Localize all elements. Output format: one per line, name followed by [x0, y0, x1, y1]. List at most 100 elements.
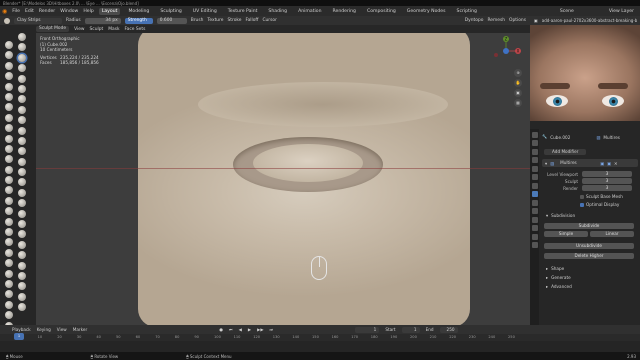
sculpt-brush-tool-icon[interactable] [5, 196, 13, 205]
delete-higher-button[interactable]: Delete Higher [544, 253, 634, 259]
properties-tab-icon[interactable] [531, 216, 538, 223]
properties-tab-icon[interactable] [531, 225, 538, 231]
strength-field[interactable]: 0.600 [156, 17, 187, 24]
sculpt-brush-tool-icon[interactable] [5, 248, 13, 257]
unsubdivide-button[interactable]: Unsubdivide [544, 243, 634, 249]
menu-face-sets[interactable]: Face Sets [125, 27, 146, 32]
menu-falloff[interactable]: Falloff [245, 18, 258, 23]
start-frame-field[interactable]: 1 [401, 326, 420, 333]
menu-file[interactable]: File [12, 9, 20, 14]
workspace-tab-texture-paint[interactable]: Texture Paint [225, 8, 261, 15]
sculpt-brush-tool-icon[interactable] [5, 228, 13, 237]
sculpt-brush-tool-icon[interactable] [5, 72, 13, 81]
properties-tab-icon[interactable] [531, 148, 538, 155]
sculpt-brush-tool-icon[interactable] [18, 126, 26, 135]
sculpt-brush-tool-icon[interactable] [18, 43, 26, 52]
optimal-display-row[interactable]: Optimal Display [580, 202, 619, 207]
workspace-tab-scripting[interactable]: Scripting [454, 8, 480, 15]
menu-help[interactable]: Help [83, 9, 93, 14]
workspace-tab-rendering[interactable]: Rendering [330, 8, 359, 15]
view-layer-selector[interactable]: View Layer [609, 9, 634, 14]
sculpt-brush-tool-icon[interactable] [5, 165, 13, 174]
jump-start-icon[interactable]: ⏮ [229, 327, 233, 332]
sculpt-brush-tool-icon[interactable] [18, 33, 26, 41]
sculpt-brush-tool-icon[interactable] [5, 82, 13, 91]
simple-button[interactable]: Simple [544, 231, 588, 237]
current-frame-field[interactable]: 1 [355, 326, 380, 333]
menu-cursor[interactable]: Cursor [262, 18, 276, 23]
menu-playback[interactable]: Playback [12, 327, 31, 332]
sculpt-brush-tool-icon[interactable] [18, 292, 26, 301]
sculpt-brush-tool-icon[interactable] [18, 199, 26, 208]
sculpt-brush-tool-icon[interactable] [18, 53, 26, 62]
optimal-display-checkbox[interactable] [580, 202, 584, 207]
sculpt-base-mesh-checkbox[interactable] [580, 194, 584, 199]
menu-edit[interactable]: Edit [25, 9, 34, 14]
chevron-right-icon[interactable]: ▸ [546, 275, 548, 280]
jump-end-icon[interactable]: ⏭ [270, 327, 274, 332]
object-name[interactable]: Cube.002 [550, 135, 570, 140]
menu-sculpt[interactable]: Sculpt [90, 27, 104, 32]
sculpt-brush-tool-icon[interactable] [5, 176, 13, 185]
properties-tab-icon[interactable] [531, 165, 538, 172]
workspace-tab-compositing[interactable]: Compositing [364, 8, 399, 15]
sculpt-brush-tool-icon[interactable] [5, 279, 13, 288]
properties-tab-icon[interactable] [531, 199, 538, 206]
sculpt-brush-tool-icon[interactable] [5, 124, 13, 133]
frame-ruler[interactable]: 0102030405060708090100110120130140150160… [0, 334, 640, 341]
sculpt-brush-tool-icon[interactable] [5, 238, 13, 247]
sculpt-brush-tool-icon[interactable] [18, 105, 26, 114]
sculpt-base-mesh-row[interactable]: Sculpt Base Mesh [580, 194, 623, 199]
linear-button[interactable]: Linear [590, 231, 634, 237]
sculpt-brush-tool-icon[interactable] [5, 155, 13, 164]
sculpt-brush-tool-icon[interactable] [5, 113, 13, 122]
gizmo-y-axis[interactable] [503, 48, 509, 54]
advanced-section-header[interactable]: ▸ Advanced [546, 284, 572, 289]
menu-options[interactable]: Options [509, 18, 526, 23]
chevron-right-icon[interactable]: ▸ [546, 284, 548, 289]
sculpt-brush-tool-icon[interactable] [5, 290, 13, 299]
sculpt-brush-tool-icon[interactable] [18, 188, 26, 197]
sculpt-brush-tool-icon[interactable] [18, 64, 26, 73]
brush-preview-icon[interactable] [4, 17, 10, 24]
properties-tab-icon[interactable] [531, 182, 538, 189]
render-level-field[interactable]: 3 [582, 185, 632, 191]
sculpt-brush-tool-icon[interactable] [18, 95, 26, 104]
reference-image-name[interactable]: add-aaron-paul-2702x3600-abstract-breaki… [542, 18, 637, 23]
close-icon[interactable]: ✕ [614, 161, 618, 166]
menu-timeline-view[interactable]: View [57, 327, 67, 332]
modifier-panel-header[interactable]: ▾ ▨ Multires ▣ ▣ ✕ [542, 159, 638, 167]
menu-window[interactable]: Window [60, 9, 78, 14]
sculpt-brush-tool-icon[interactable] [5, 103, 13, 112]
shape-section-header[interactable]: ▸ Shape [546, 266, 564, 271]
sculpt-brush-tool-icon[interactable] [18, 157, 26, 166]
workspace-tab-modeling[interactable]: Modeling [125, 8, 152, 15]
properties-tab-icon[interactable] [531, 174, 538, 180]
workspace-tab-animation[interactable]: Animation [295, 8, 324, 15]
generate-section-header[interactable]: ▸ Generate [546, 275, 571, 280]
subdivision-section-header[interactable]: ▾ Subdivision [546, 213, 575, 218]
gizmo-neg-x-axis[interactable] [494, 53, 498, 57]
workspace-tab-sculpting[interactable]: Sculpting [157, 8, 184, 15]
workspace-tab-layout[interactable]: Layout [98, 7, 121, 15]
menu-brush[interactable]: Brush [191, 18, 204, 23]
sculpt-brush-tool-icon[interactable] [18, 303, 26, 312]
menu-render[interactable]: Render [39, 9, 55, 14]
sculpt-brush-tool-icon[interactable] [5, 300, 13, 309]
blender-logo-icon[interactable]: ◉ [2, 8, 7, 15]
sculpt-brush-tool-icon[interactable] [5, 269, 13, 278]
sculpt-brush-tool-icon[interactable] [18, 136, 26, 145]
menu-marker[interactable]: Marker [73, 327, 87, 332]
next-key-icon[interactable]: ▶▶ [257, 327, 263, 332]
chevron-down-icon[interactable]: ▾ [546, 213, 548, 218]
sculpt-brush-tool-icon[interactable] [18, 282, 26, 291]
subdivide-button[interactable]: Subdivide [544, 223, 634, 229]
workspace-tab-shading[interactable]: Shading [265, 8, 290, 15]
sculpt-brush-tool-icon[interactable] [18, 116, 26, 125]
scene-selector[interactable]: Scene [560, 9, 574, 14]
render-toggle-icon[interactable]: ▣ [607, 161, 611, 166]
properties-tab-icon[interactable] [531, 140, 538, 146]
sculpt-brush-tool-icon[interactable] [18, 261, 26, 270]
end-frame-field[interactable]: 250 [439, 326, 458, 333]
sculpt-brush-tool-icon[interactable] [5, 144, 13, 153]
